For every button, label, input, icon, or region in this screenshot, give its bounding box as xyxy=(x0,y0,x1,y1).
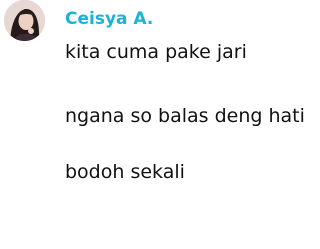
avatar[interactable] xyxy=(4,0,45,41)
message-line: ngana so balas deng hati xyxy=(65,105,305,127)
profile-photo-icon xyxy=(4,0,45,41)
username[interactable]: Ceisya A. xyxy=(65,9,153,29)
message-line: kita cuma pake jari xyxy=(65,41,247,63)
message-line: bodoh sekali xyxy=(65,161,185,183)
chat-post: Ceisya A. kita cuma pake jari ngana so b… xyxy=(0,0,320,249)
